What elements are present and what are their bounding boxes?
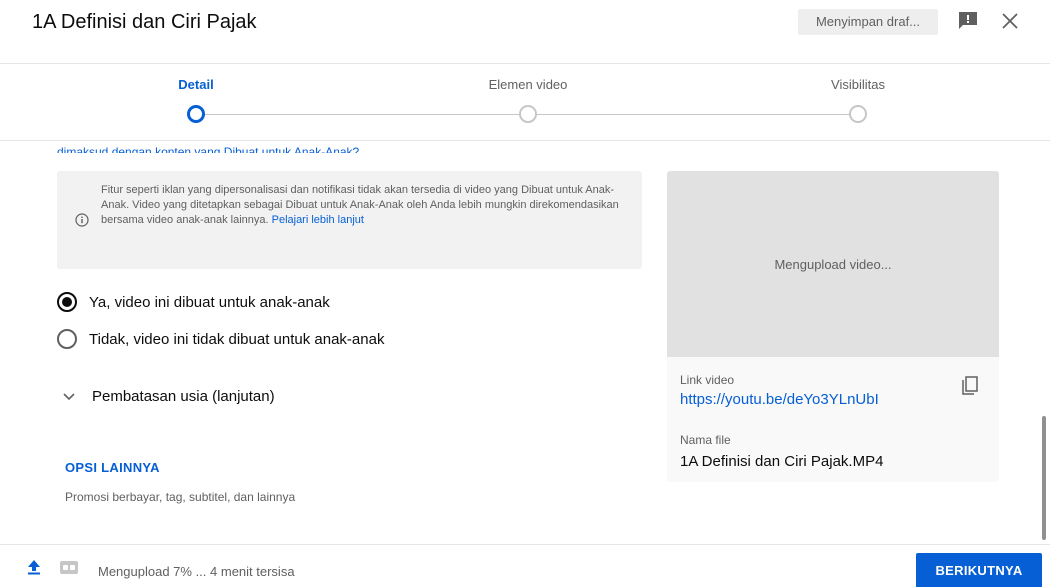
tab-detail[interactable]: Detail — [116, 77, 276, 92]
step-connector — [536, 114, 850, 115]
more-options-subtitle: Promosi berbayar, tag, subtitel, dan lai… — [65, 490, 296, 504]
close-icon[interactable] — [1000, 11, 1020, 31]
processing-icon — [60, 561, 78, 574]
saving-status-badge: Menyimpan draf... — [798, 9, 938, 35]
step-connector — [204, 114, 520, 115]
age-restriction-toggle[interactable]: Pembatasan usia (lanjutan) — [62, 385, 275, 407]
step-indicator-detail[interactable] — [187, 105, 205, 123]
radio-made-for-kids-no[interactable]: Tidak, video ini tidak dibuat untuk anak… — [57, 327, 384, 351]
file-name: 1A Definisi dan Ciri Pajak.MP4 — [680, 453, 884, 470]
upload-progress-text: Mengupload 7% ... 4 menit tersisa — [98, 564, 295, 579]
video-link[interactable]: https://youtu.be/deYo3YLnUbI — [680, 391, 879, 408]
upload-icon — [27, 559, 41, 575]
learn-more-link[interactable]: Pelajari lebih lanjut — [272, 214, 364, 226]
radio-made-for-kids-yes[interactable]: Ya, video ini dibuat untuk anak-anak — [57, 290, 330, 314]
video-preview: Mengupload video... — [667, 171, 999, 357]
radio-label-yes: Ya, video ini dibuat untuk anak-anak — [89, 293, 330, 311]
step-indicator-video-elements[interactable] — [519, 105, 537, 123]
chevron-down-icon — [62, 389, 76, 403]
dialog-header: 1A Definisi dan Ciri Pajak Menyimpan dra… — [0, 0, 1050, 64]
info-icon — [75, 213, 89, 227]
feedback-icon[interactable] — [958, 11, 978, 29]
more-options-button[interactable]: OPSI LAINNYA — [65, 460, 160, 475]
next-button[interactable]: BERIKUTNYA — [916, 553, 1042, 587]
scrollbar-thumb[interactable] — [1042, 416, 1046, 540]
dialog-title: 1A Definisi dan Ciri Pajak — [32, 11, 257, 33]
video-preview-status: Mengupload video... — [774, 257, 892, 272]
video-link-caption: Link video — [680, 373, 735, 387]
radio-label-no: Tidak, video ini tidak dibuat untuk anak… — [89, 330, 385, 348]
copy-icon[interactable] — [961, 376, 979, 396]
radio-button-unchecked[interactable] — [57, 329, 77, 349]
radio-button-checked[interactable] — [57, 292, 77, 312]
file-name-caption: Nama file — [680, 433, 731, 447]
dialog-footer: Mengupload 7% ... 4 menit tersisa BERIKU… — [0, 544, 1050, 587]
info-notice: Fitur seperti iklan yang dipersonalisasi… — [57, 171, 642, 269]
progress-stepper: Detail Elemen video Visibilitas — [0, 65, 1050, 140]
tab-video-elements[interactable]: Elemen video — [448, 77, 608, 92]
made-for-kids-help-link[interactable]: dimaksud dengan konten yang Dibuat untuk… — [57, 139, 359, 153]
step-indicator-visibility[interactable] — [849, 105, 867, 123]
video-info-card: Mengupload video... Link video https://y… — [667, 171, 999, 482]
tab-visibility[interactable]: Visibilitas — [778, 77, 938, 92]
info-notice-text: Fitur seperti iklan yang dipersonalisasi… — [101, 183, 621, 228]
age-restriction-label: Pembatasan usia (lanjutan) — [92, 387, 275, 405]
